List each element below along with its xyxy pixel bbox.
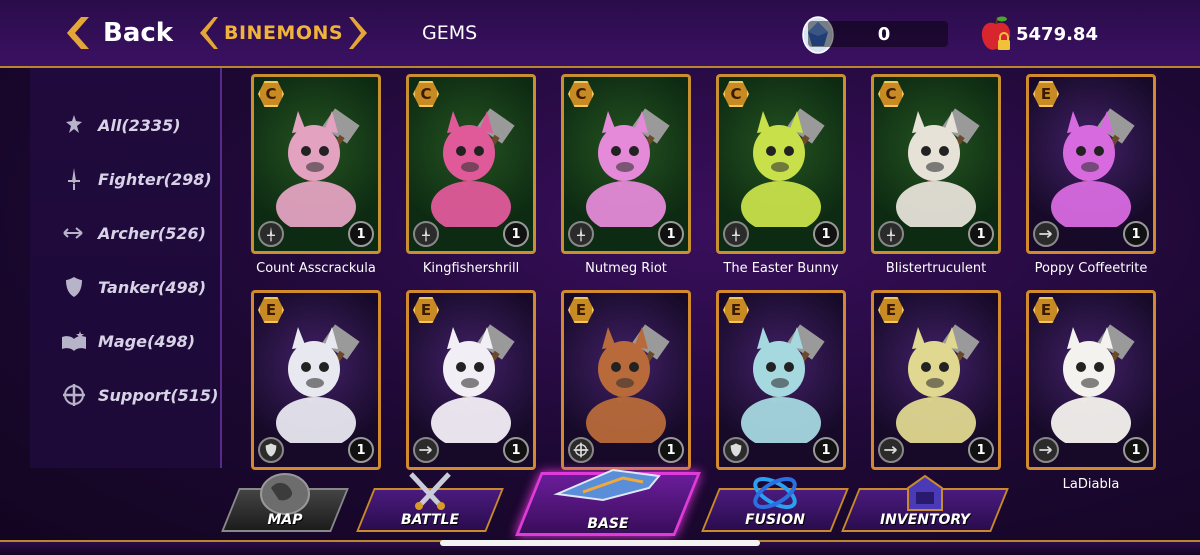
binemon-portrait: [1039, 107, 1149, 233]
all-classes-icon: [60, 111, 88, 139]
binemon-portrait: [419, 323, 529, 449]
binemon-portrait: [884, 323, 994, 449]
cross-icon: [568, 437, 594, 463]
back-label: Back: [103, 18, 174, 48]
sword-icon: [413, 221, 439, 247]
binemon-name: Blistertruculent: [885, 261, 987, 276]
binemon-card[interactable]: E1: [406, 290, 536, 470]
spellbook-icon: [60, 327, 88, 355]
level-badge: 1: [968, 437, 994, 463]
filter-all[interactable]: All(2335): [60, 110, 181, 140]
shield-icon: [258, 437, 284, 463]
filter-label: Fighter(298): [98, 169, 212, 189]
sword-icon: [60, 165, 88, 193]
binemon-portrait: [419, 107, 529, 233]
gem-count: 0: [808, 21, 948, 47]
binemon-name: Poppy Coffeetrite: [1034, 261, 1148, 276]
binemon-card[interactable]: E1: [1026, 290, 1156, 470]
binemon-portrait: [264, 107, 374, 233]
nav-fusion-label: FUSION: [745, 512, 805, 528]
binemon-card[interactable]: E1: [251, 290, 381, 470]
filter-label: Tanker(498): [98, 277, 207, 297]
nav-inventory[interactable]: INVENTORY: [841, 474, 1009, 532]
binemon-name: Nutmeg Riot: [585, 261, 667, 276]
back-button[interactable]: Back: [55, 14, 173, 52]
nav-map[interactable]: MAP: [221, 473, 349, 532]
sword-icon: [568, 221, 594, 247]
binemon-card[interactable]: E1: [871, 290, 1001, 470]
class-filter-sidebar: All(2335) Fighter(298) Archer(526) Tanke…: [30, 68, 222, 468]
nav-map-label: MAP: [267, 512, 303, 528]
filter-tanker[interactable]: Tanker(498): [60, 272, 206, 302]
shield-icon: [60, 273, 88, 301]
binemon-portrait: [1039, 323, 1149, 449]
arrow-icon: [1033, 221, 1059, 247]
tab-binemons[interactable]: BINEMONS: [196, 14, 371, 52]
level-badge: 1: [658, 221, 684, 247]
filter-label: Mage(498): [98, 331, 196, 351]
arrow-icon: [878, 437, 904, 463]
binemon-card[interactable]: C1: [716, 74, 846, 254]
nav-base-label: BASE: [587, 516, 629, 532]
level-badge: 1: [658, 437, 684, 463]
chevron-left-icon: [55, 14, 93, 52]
shield-icon: [723, 437, 749, 463]
binemon-portrait: [574, 323, 684, 449]
gem-counter: 0: [800, 14, 948, 54]
level-badge: 1: [1123, 437, 1149, 463]
binemon-name: Count Asscrackula: [256, 261, 376, 276]
binemon-portrait: [729, 107, 839, 233]
sword-icon: [723, 221, 749, 247]
tab-gems[interactable]: GEMS: [422, 22, 477, 44]
nav-battle[interactable]: BATTLE: [356, 472, 504, 532]
nav-base[interactable]: BASE: [515, 468, 701, 536]
arrow-icon: [413, 437, 439, 463]
app-screen: Back BINEMONS GEMS 0 5479.84 All(2335) F…: [0, 0, 1200, 555]
level-badge: 1: [503, 221, 529, 247]
level-badge: 1: [813, 221, 839, 247]
cross-icon: [60, 381, 88, 409]
spaceship-icon: [553, 464, 663, 512]
nav-battle-label: BATTLE: [400, 512, 460, 528]
binemon-card[interactable]: E1: [1026, 74, 1156, 254]
filter-label: Support(515): [98, 385, 219, 405]
level-badge: 1: [503, 437, 529, 463]
binemon-portrait: [729, 323, 839, 449]
binemon-card[interactable]: E1: [716, 290, 846, 470]
level-badge: 1: [348, 221, 374, 247]
arrow-icon: [1033, 437, 1059, 463]
level-badge: 1: [348, 437, 374, 463]
top-bar: Back BINEMONS GEMS 0 5479.84: [0, 0, 1200, 68]
sword-icon: [258, 221, 284, 247]
filter-archer[interactable]: Archer(526): [60, 218, 206, 248]
binemon-card[interactable]: C1: [871, 74, 1001, 254]
chevron-left-icon: [200, 17, 218, 49]
level-badge: 1: [813, 437, 839, 463]
filter-label: All(2335): [98, 115, 181, 135]
arrow-icon: [60, 219, 88, 247]
chevron-right-icon: [349, 17, 368, 49]
tab-binemons-label: BINEMONS: [224, 22, 344, 44]
binemon-card[interactable]: E1: [561, 290, 691, 470]
binemon-portrait: [574, 107, 684, 233]
binemon-portrait: [884, 107, 994, 233]
binemon-card[interactable]: C1: [561, 74, 691, 254]
binemon-card[interactable]: C1: [251, 74, 381, 254]
sword-icon: [878, 221, 904, 247]
nav-inventory-label: INVENTORY: [879, 512, 971, 528]
binemon-portrait: [264, 323, 374, 449]
level-badge: 1: [1123, 221, 1149, 247]
home-indicator[interactable]: [440, 540, 760, 546]
level-badge: 1: [968, 221, 994, 247]
filter-mage[interactable]: Mage(498): [60, 326, 195, 356]
coin-balance: 5479.84: [978, 14, 1116, 54]
nav-fusion[interactable]: FUSION: [701, 477, 849, 532]
filter-support[interactable]: Support(515): [60, 380, 218, 410]
filter-fighter[interactable]: Fighter(298): [60, 164, 212, 194]
coin-amount: 5479.84: [1016, 23, 1098, 45]
filter-label: Archer(526): [98, 223, 206, 243]
binemon-name: Kingfishershrill: [422, 261, 520, 276]
binemon-card[interactable]: C1: [406, 74, 536, 254]
binemon-name: The Easter Bunny: [723, 261, 839, 276]
